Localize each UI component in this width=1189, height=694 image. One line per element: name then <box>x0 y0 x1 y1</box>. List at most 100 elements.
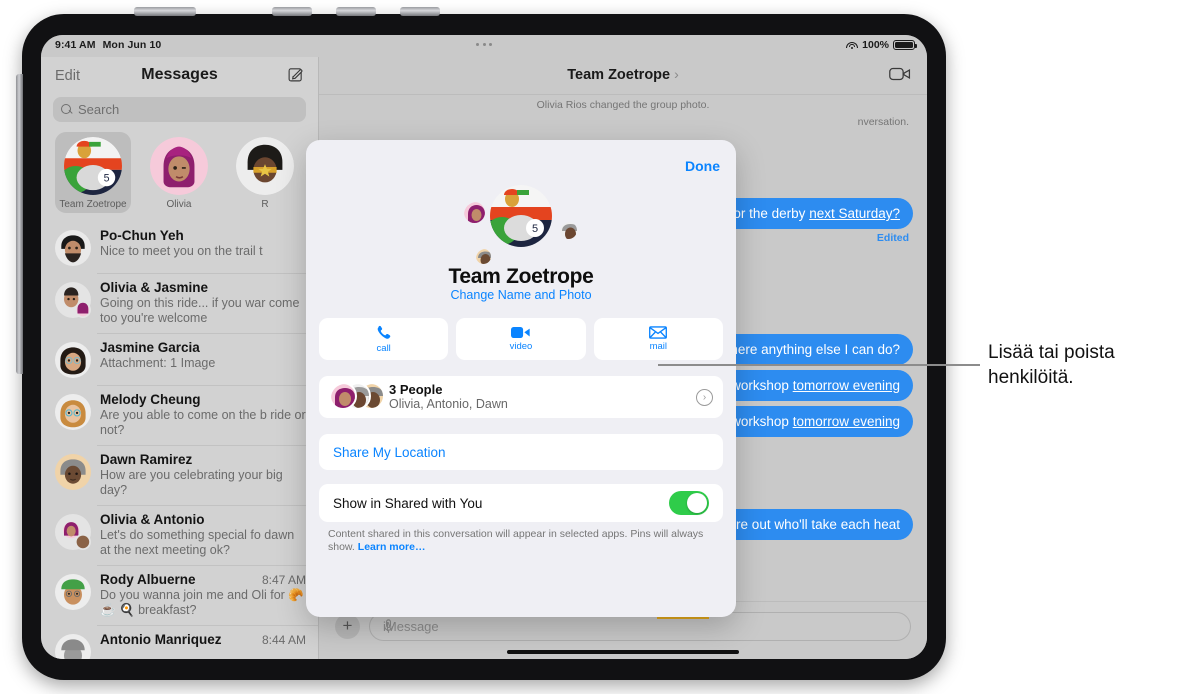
message-preview: How are you celebrating your big day? <box>100 468 283 497</box>
mail-button[interactable]: mail <box>593 318 723 360</box>
avatar <box>55 230 91 266</box>
device-button-top-2 <box>272 7 312 16</box>
wifi-icon <box>846 41 859 50</box>
thread-title-text: Team Zoetrope <box>567 67 671 83</box>
pinned-item-team-zoetrope[interactable]: 5 Team Zoetrope <box>55 132 131 213</box>
device-button-top-3 <box>336 7 376 16</box>
people-row[interactable]: 3 People Olivia, Antonio, Dawn › <box>319 376 723 418</box>
avatar <box>236 137 294 195</box>
sidebar-nav-bar: Edit Messages <box>41 57 318 95</box>
list-item[interactable]: Rody Albuerne Do you wanna join me and O… <box>41 565 318 625</box>
group-details-modal: Done 5 Team Zoetrope Change Name and Pho… <box>306 140 736 617</box>
status-bar: 9:41 AM Mon Jun 10 100% <box>41 35 927 57</box>
list-item-body: Melody Cheung Are you able to come on th… <box>100 392 306 438</box>
ipad-device-frame: 9:41 AM Mon Jun 10 100% Edit Messages Se… <box>16 7 946 680</box>
battery-percent: 100% <box>862 39 889 51</box>
callout-label: Lisää tai poista henkilöitä. <box>988 342 1115 388</box>
mail-label: mail <box>649 341 668 352</box>
pinned-conversations: 5 Team Zoetrope Olivia R <box>41 122 318 221</box>
page-title: Messages <box>141 66 218 83</box>
member-avatar-dawn <box>474 247 493 266</box>
avatar <box>55 394 91 430</box>
home-indicator[interactable] <box>507 650 739 654</box>
pinned-item-r[interactable]: R <box>227 132 303 213</box>
message-preview: Are you able to come on the b ride or no… <box>100 408 306 437</box>
chevron-right-circle-icon[interactable]: › <box>696 388 713 406</box>
contact-name: Po-Chun Yeh <box>100 228 184 243</box>
video-button[interactable]: video <box>456 318 586 360</box>
show-in-shared-with-you-row[interactable]: Show in Shared with You <box>319 484 723 522</box>
microphone-icon[interactable] <box>383 619 899 637</box>
pinned-item-label: R <box>261 199 269 210</box>
avatar-group <box>55 514 91 550</box>
list-item[interactable]: Po-Chun Yeh Nice to meet you on the trai… <box>41 221 318 273</box>
battery-icon <box>893 40 918 50</box>
member-avatar-1 <box>329 382 357 410</box>
message-link[interactable]: tomorrow evening <box>793 414 900 429</box>
change-name-and-photo-link[interactable]: Change Name and Photo <box>306 288 736 302</box>
group-main-avatar: 5 <box>490 185 552 247</box>
list-item-body: Po-Chun Yeh Nice to meet you on the trai… <box>100 228 306 266</box>
compose-icon[interactable] <box>287 66 304 83</box>
callout-leader-line <box>658 364 980 366</box>
message-preview: Attachment: 1 Image <box>100 356 216 370</box>
thread-nav-bar: Team Zoetrope › <box>319 57 927 95</box>
member-avatar-olivia <box>462 200 487 225</box>
contact-name: Jasmine Garcia <box>100 340 200 355</box>
share-my-location-label: Share My Location <box>333 444 446 460</box>
device-button-top-4 <box>400 7 440 16</box>
device-button-top-1 <box>134 7 196 16</box>
member-avatar-stack <box>329 382 385 412</box>
ipad-screen: 9:41 AM Mon Jun 10 100% Edit Messages Se… <box>41 35 927 659</box>
message-preview: Going on this ride... if you war come to… <box>100 296 300 325</box>
avatar <box>55 342 91 378</box>
learn-more-link[interactable]: Learn more… <box>358 541 426 553</box>
chevron-right-icon: › <box>674 66 679 82</box>
group-name: Team Zoetrope <box>448 265 594 288</box>
contact-name: Olivia & Jasmine <box>100 280 209 295</box>
video-label: video <box>509 341 533 352</box>
thread-title[interactable]: Team Zoetrope › <box>319 66 927 83</box>
conversation-list: Po-Chun Yeh Nice to meet you on the trai… <box>41 221 318 659</box>
member-avatar-antonio <box>558 220 579 241</box>
status-bar-left: 9:41 AM Mon Jun 10 <box>55 39 161 51</box>
message-preview: Nice to meet you on the trail t <box>100 244 263 258</box>
done-button[interactable]: Done <box>685 158 720 174</box>
status-bar-right: 100% <box>846 39 918 51</box>
contact-name: Dawn Ramirez <box>100 452 193 467</box>
list-item[interactable]: Melody Cheung Are you able to come on th… <box>41 385 318 445</box>
list-item[interactable]: Olivia & Jasmine Going on this ride... i… <box>41 273 318 333</box>
list-item[interactable]: Olivia & Antonio Let's do something spec… <box>41 505 318 565</box>
people-names: Olivia, Antonio, Dawn <box>389 397 508 411</box>
avatar: 5 <box>64 137 122 195</box>
search-input[interactable]: Search <box>53 97 306 122</box>
avatar <box>55 574 91 610</box>
message-link[interactable]: next Saturday? <box>809 206 900 221</box>
search-icon <box>61 104 72 115</box>
plus-icon[interactable]: + <box>335 614 360 639</box>
group-avatar[interactable]: 5 <box>306 185 736 266</box>
share-my-location-button[interactable]: Share My Location <box>319 434 723 470</box>
contact-name: Melody Cheung <box>100 392 201 407</box>
messages-sidebar: Edit Messages Search 5 Team Zoetrope Oli… <box>41 57 319 659</box>
list-item[interactable]: Jasmine Garcia Attachment: 1 Image <box>41 333 318 385</box>
screenshot-root: 9:41 AM Mon Jun 10 100% Edit Messages Se… <box>0 0 1189 694</box>
people-info: 3 People Olivia, Antonio, Dawn <box>389 382 696 412</box>
message-link[interactable]: tomorrow evening <box>793 378 900 393</box>
system-message: Olivia Rios changed the group photo. <box>536 99 710 111</box>
pinned-item-label: Team Zoetrope <box>59 199 127 210</box>
list-item-body: Olivia & Antonio Let's do something spec… <box>100 512 306 558</box>
avatar <box>55 634 91 659</box>
call-button[interactable]: call <box>319 318 449 360</box>
show-in-shared-with-you-toggle[interactable] <box>669 491 709 515</box>
ellipsis-icon[interactable] <box>476 43 492 46</box>
facetime-video-icon[interactable] <box>889 66 911 87</box>
svg-text:5: 5 <box>104 172 110 184</box>
timestamp: 8:44 AM <box>261 633 306 647</box>
system-message: nversation. <box>857 116 909 128</box>
avatar <box>55 454 91 490</box>
status-date: Mon Jun 10 <box>102 39 162 51</box>
pinned-item-olivia[interactable]: Olivia <box>141 132 217 213</box>
list-item[interactable]: Antonio Manriquez 8:44 AM <box>41 625 318 659</box>
list-item[interactable]: Dawn Ramirez How are you celebrating you… <box>41 445 318 505</box>
